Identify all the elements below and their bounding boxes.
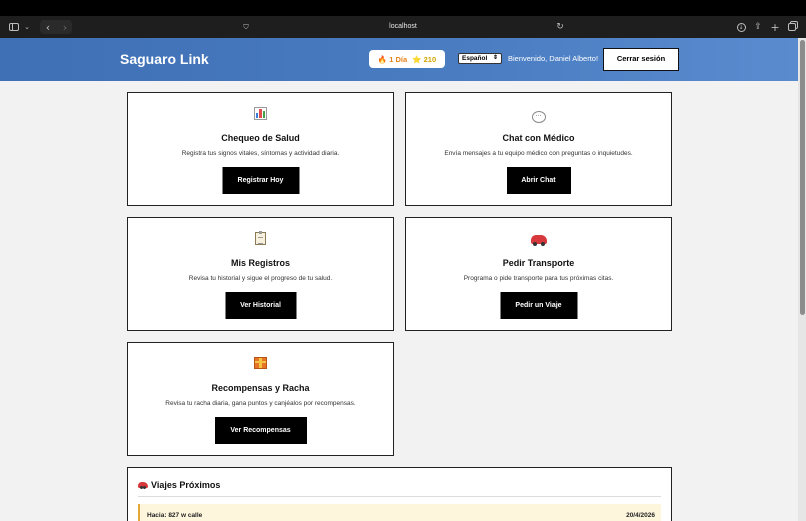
car-icon	[406, 232, 671, 249]
screen-top-bar	[0, 0, 806, 16]
card-title: Pedir Transporte	[502, 258, 575, 268]
card-my-records: Mis Registros Revisa tu historial y sigu…	[127, 217, 394, 331]
url-text: localhost	[389, 23, 417, 30]
download-icon[interactable]: ↓	[736, 20, 746, 34]
streak-points-badge[interactable]: 🔥 1 Día ⭐ 210	[369, 50, 445, 68]
points-counter: ⭐ 210	[412, 54, 437, 64]
trip-item[interactable]: Hacia: 827 w calle 20/4/2026	[138, 504, 661, 521]
card-title: Chat con Médico	[502, 133, 575, 143]
open-chat-button[interactable]: Abrir Chat	[506, 167, 571, 194]
card-transport: Pedir Transporte Programa o pide transpo…	[405, 217, 672, 331]
trip-date: 20/4/2026	[626, 512, 655, 519]
view-history-button[interactable]: Ver Historial	[225, 292, 296, 319]
streak-counter: 🔥 1 Día	[377, 54, 408, 64]
trip-destination: Hacia: 827 w calle	[147, 512, 203, 519]
reload-icon[interactable]: ↻	[555, 20, 565, 34]
clipboard-icon	[128, 231, 393, 250]
new-tab-icon[interactable]: +	[770, 20, 780, 34]
divider	[138, 496, 661, 497]
card-title: Chequeo de Salud	[221, 133, 300, 143]
card-title: Recompensas y Racha	[211, 383, 310, 393]
bar-chart-icon	[128, 107, 393, 123]
view-rewards-button[interactable]: Ver Recompensas	[214, 417, 307, 444]
register-today-button[interactable]: Registrar Hoy	[222, 167, 299, 194]
privacy-shield-icon[interactable]: ⛉	[242, 20, 250, 34]
card-doctor-chat: ··· Chat con Médico Envía mensajes a tu …	[405, 92, 672, 206]
request-ride-button[interactable]: Pedir un Viaje	[500, 292, 577, 319]
card-description: Programa o pide transporte para tus próx…	[463, 275, 614, 282]
card-title: Mis Registros	[230, 258, 290, 268]
chevron-down-icon[interactable]: ⌄	[23, 20, 31, 34]
brand-logo-text[interactable]: Saguaro Link	[120, 51, 209, 67]
sidebar-toggle-icon[interactable]	[8, 20, 20, 34]
back-arrow-icon[interactable]: ‹	[43, 20, 53, 34]
card-description: Revisa tu historial y sigue el progreso …	[188, 275, 333, 282]
share-icon[interactable]: ⇪	[753, 20, 763, 34]
car-icon	[138, 482, 148, 489]
browser-toolbar: ⌄ ‹ › localhost ⛉ ↻ ↓ ⇪ +	[0, 16, 806, 38]
card-description: Envía mensajes a tu equipo médico con pr…	[444, 150, 633, 157]
card-description: Registra tus signos vitales, síntomas y …	[181, 150, 340, 157]
scrollbar-thumb[interactable]	[800, 40, 805, 315]
trips-title-text: Viajes Próximos	[151, 480, 221, 490]
card-health-check: Chequeo de Salud Registra tus signos vit…	[127, 92, 394, 206]
upcoming-trips-panel: Viajes Próximos Hacia: 827 w calle 20/4/…	[127, 467, 672, 521]
speech-bubble-icon: ···	[406, 107, 671, 123]
forward-arrow-icon[interactable]: ›	[60, 20, 70, 34]
language-select-value: Español	[462, 55, 488, 62]
card-description: Revisa tu racha diaria, gana puntos y ca…	[165, 400, 356, 407]
logout-button[interactable]: Cerrar sesión	[603, 48, 679, 71]
section-title: Viajes Próximos	[138, 480, 220, 490]
tab-overview-icon[interactable]	[787, 20, 797, 34]
address-bar[interactable]: localhost	[237, 20, 569, 34]
card-rewards: Recompensas y Racha Revisa tu racha diar…	[127, 342, 394, 456]
language-select[interactable]: Español ⇕	[458, 53, 502, 64]
select-arrows-icon: ⇕	[492, 55, 498, 61]
gift-icon	[128, 357, 393, 374]
welcome-message: Bienvenido, Daniel Alberto!	[508, 54, 599, 63]
